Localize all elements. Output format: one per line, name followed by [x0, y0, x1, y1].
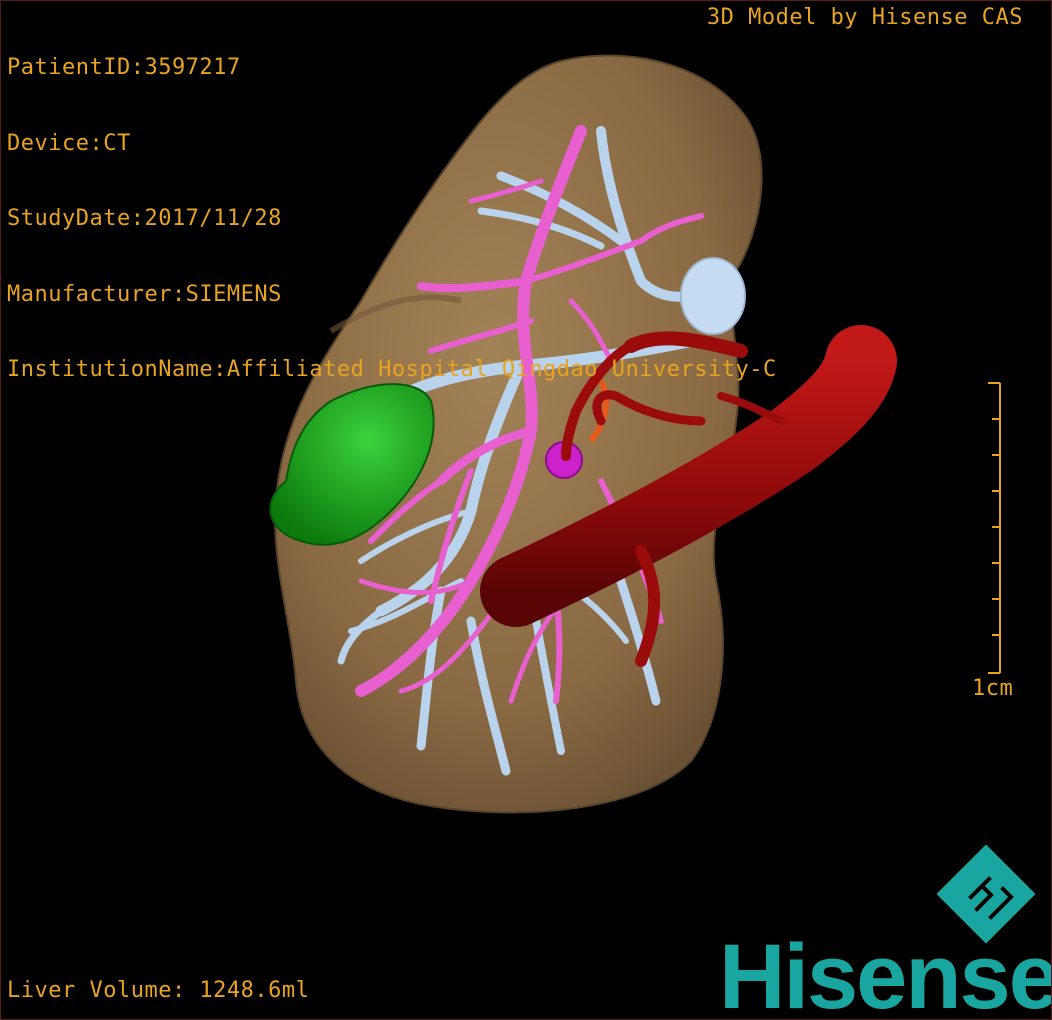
- institution-text: InstitutionName:Affiliated Hospital Qing…: [7, 357, 777, 382]
- scale-bar: [988, 382, 1001, 674]
- study-info-overlay: PatientID:3597217 Device:CT StudyDate:20…: [7, 5, 777, 433]
- study-date-text: StudyDate:2017/11/28: [7, 206, 282, 231]
- device-text: Device:CT: [7, 130, 131, 156]
- manufacturer-text: Manufacturer:SIEMENS: [7, 281, 282, 307]
- hisense-wordmark: Hisense: [719, 926, 1052, 1020]
- 3d-viewport[interactable]: PatientID:3597217 Device:CT StudyDate:20…: [0, 0, 1052, 1020]
- patient-id-text: PatientID:3597217: [7, 55, 241, 80]
- scale-label: 1cm: [972, 676, 1014, 701]
- liver-volume-text: Liver Volume: 1248.6ml: [7, 978, 310, 1003]
- model-credit-text: 3D Model by Hisense CAS: [706, 5, 1023, 30]
